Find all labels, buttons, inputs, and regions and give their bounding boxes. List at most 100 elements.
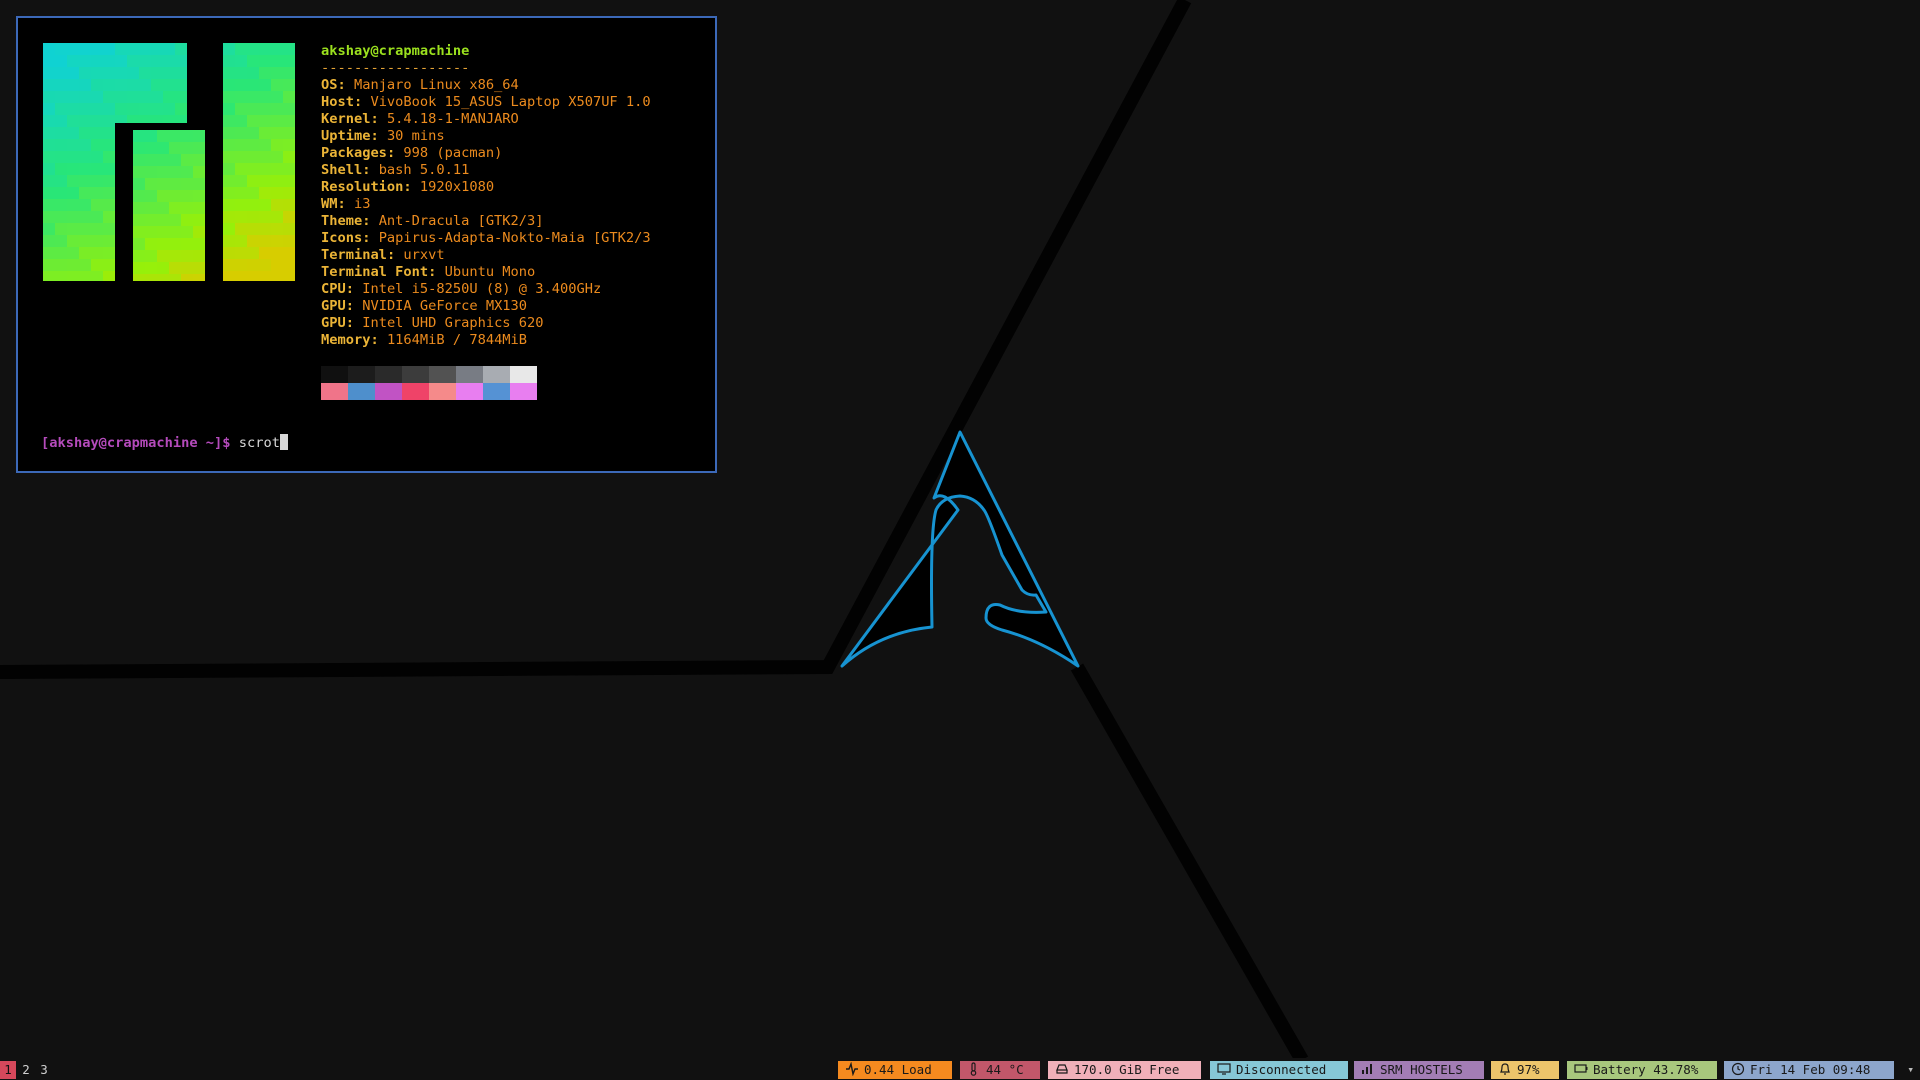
status-block-volume[interactable]: 97%: [1491, 1061, 1559, 1079]
info-row: CPU: Intel i5-8250U (8) @ 3.400GHz: [321, 281, 651, 298]
info-colon: :: [337, 196, 354, 212]
status-block-battery[interactable]: Battery 43.78%: [1567, 1061, 1717, 1079]
status-block-text: Battery 43.78%: [1593, 1062, 1699, 1077]
terminal-window[interactable]: akshay@crapmachine ------------------ OS: …: [16, 16, 717, 473]
color-swatch: [375, 366, 402, 383]
info-key: Host: [321, 94, 354, 110]
info-row: Terminal: urxvt: [321, 247, 651, 264]
clock-icon: [1731, 1062, 1745, 1076]
bell-icon: [1500, 1063, 1510, 1075]
color-swatch: [348, 383, 375, 400]
activity-icon: [846, 1061, 858, 1077]
info-colon: :: [337, 77, 354, 93]
info-value: urxvt: [403, 247, 445, 263]
color-swatch: [429, 383, 456, 400]
color-swatch: [483, 366, 510, 383]
info-key: GPU: [321, 315, 346, 331]
info-row: Host: VivoBook 15_ASUS Laptop X507UF 1.0: [321, 94, 651, 111]
info-colon: :: [386, 247, 404, 263]
info-colon: :: [353, 94, 371, 110]
status-block-text: 170.0 GiB Free: [1074, 1062, 1180, 1077]
info-colon: :: [370, 332, 387, 348]
color-swatch: [456, 383, 483, 400]
info-row: Shell: bash 5.0.11: [321, 162, 651, 179]
shell-prompt: [akshay@crapmachine ~]$: [41, 435, 231, 451]
info-key: Uptime: [321, 128, 371, 144]
color-swatch: [456, 366, 483, 383]
status-block-disk[interactable]: 170.0 GiB Free: [1048, 1061, 1201, 1079]
info-colon: :: [362, 213, 379, 229]
info-colon: :: [386, 145, 404, 161]
info-value: Manjaro Linux x86_64: [353, 77, 519, 93]
info-value: Ubuntu Mono: [444, 264, 536, 280]
info-key: Terminal: [321, 247, 387, 263]
separator: ------------------: [321, 60, 470, 76]
shell-prompt-line[interactable]: [akshay@crapmachine ~]$ scrot: [41, 434, 288, 452]
info-value: VivoBook 15_ASUS Laptop X507UF 1.0: [370, 94, 651, 110]
status-block-text: 97%: [1517, 1062, 1540, 1077]
info-row: WM: i3: [321, 196, 651, 213]
color-swatch: [510, 383, 537, 400]
status-block-text: Disconnected: [1236, 1062, 1327, 1077]
signal-icon: [1362, 1064, 1372, 1074]
info-row: Memory: 1164MiB / 7844MiB: [321, 332, 651, 349]
status-block-ethernet[interactable]: Disconnected: [1210, 1061, 1348, 1079]
info-value: Intel i5-8250U (8) @ 3.400GHz: [362, 281, 602, 297]
info-colon: :: [345, 281, 363, 297]
monitor-icon: [1217, 1063, 1231, 1075]
info-row: Theme: Ant-Dracula [GTK2/3]: [321, 213, 651, 230]
info-value: Ant-Dracula [GTK2/3]: [378, 213, 544, 229]
info-colon: :: [403, 179, 420, 195]
chevron-down-icon[interactable]: ▾: [1907, 1063, 1914, 1076]
info-value: Intel UHD Graphics 620: [362, 315, 544, 331]
color-swatch: [510, 366, 537, 383]
disk-icon: [1056, 1064, 1068, 1074]
color-swatch: [321, 366, 348, 383]
color-swatch: [402, 383, 429, 400]
info-value: i3: [353, 196, 371, 212]
status-block-load[interactable]: 0.44 Load: [838, 1061, 952, 1079]
info-row: Icons: Papirus-Adapta-Nokto-Maia [GTK2/3: [321, 230, 651, 247]
info-colon: :: [362, 162, 379, 178]
info-colon: :: [345, 315, 363, 331]
info-key: Resolution: [321, 179, 404, 195]
workspace-3[interactable]: 3: [36, 1061, 52, 1079]
info-row: Uptime: 30 mins: [321, 128, 651, 145]
info-row: Terminal Font: Ubuntu Mono: [321, 264, 651, 281]
workspace-1[interactable]: 1: [0, 1061, 16, 1079]
info-key: Shell: [321, 162, 363, 178]
status-block-text: Fri 14 Feb 09:48: [1750, 1062, 1871, 1077]
battery-icon: [1574, 1064, 1588, 1073]
workspace-2[interactable]: 2: [18, 1061, 34, 1079]
status-block-text: 44 °C: [986, 1062, 1024, 1077]
info-key: OS: [321, 77, 338, 93]
info-row: OS: Manjaro Linux x86_64: [321, 77, 651, 94]
color-swatch: [348, 366, 375, 383]
info-value: 5.4.18-1-MANJARO: [386, 111, 519, 127]
info-value: NVIDIA GeForce MX130: [362, 298, 528, 314]
color-swatch: [375, 383, 402, 400]
thermometer-icon: [970, 1062, 977, 1076]
info-colon: :: [370, 111, 387, 127]
info-key: Theme: [321, 213, 363, 229]
info-value: 30 mins: [386, 128, 445, 144]
user-host: akshay@crapmachine: [321, 43, 470, 59]
status-block-text: 0.44 Load: [864, 1062, 932, 1077]
status-block-clock[interactable]: Fri 14 Feb 09:48: [1724, 1061, 1894, 1079]
i3-status-bar: 123 0.44 Load 44 °C 170.0 GiB Free Disconne…: [0, 1058, 1920, 1080]
info-colon: :: [370, 128, 387, 144]
info-value: Papirus-Adapta-Nokto-Maia [GTK2/3: [378, 230, 651, 246]
info-row: Resolution: 1920x1080: [321, 179, 651, 196]
status-block-temperature[interactable]: 44 °C: [960, 1061, 1040, 1079]
info-key: WM: [321, 196, 338, 212]
color-swatch: [402, 366, 429, 383]
info-key: Memory: [321, 332, 371, 348]
status-block-wifi[interactable]: SRM HOSTELS: [1354, 1061, 1484, 1079]
info-key: CPU: [321, 281, 346, 297]
status-block-text: SRM HOSTELS: [1380, 1062, 1463, 1077]
info-value: 998 (pacman): [403, 145, 503, 161]
info-key: Kernel: [321, 111, 371, 127]
info-key: GPU: [321, 298, 346, 314]
info-row: GPU: Intel UHD Graphics 620: [321, 315, 651, 332]
info-row: GPU: NVIDIA GeForce MX130: [321, 298, 651, 315]
